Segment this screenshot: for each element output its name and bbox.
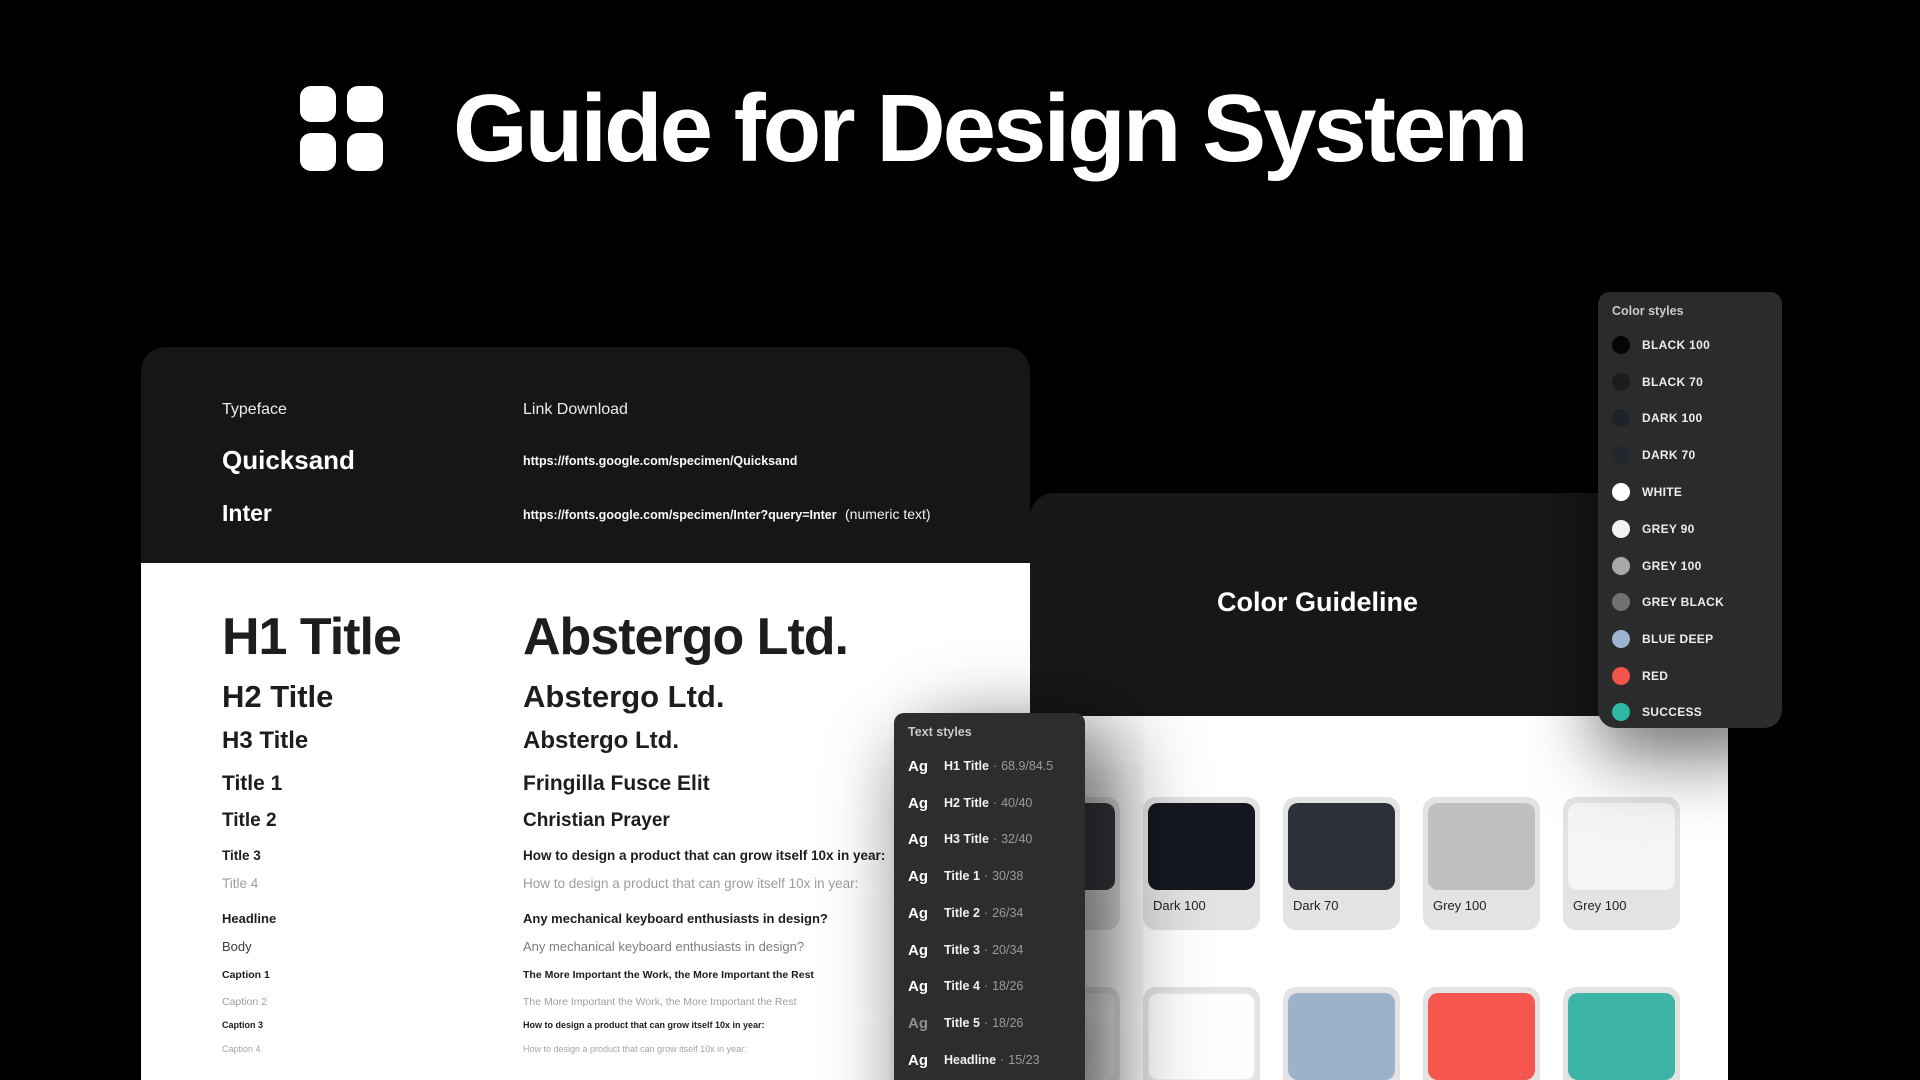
swatch-card-success [1563, 987, 1680, 1080]
text-style-row-headline[interactable]: AgHeadline·15/23 [908, 1050, 1079, 1070]
font-note-inter: (numeric text) [845, 507, 931, 521]
swatch-chip [1148, 803, 1255, 890]
ag-glyph: Ag [908, 831, 944, 848]
color-swatch-icon [1612, 409, 1630, 427]
ag-glyph: Ag [908, 868, 944, 885]
color-swatch-icon [1612, 373, 1630, 391]
swatch-card-red [1423, 987, 1540, 1080]
swatch-chip [1568, 993, 1675, 1080]
swatch-label: Dark 70 [1293, 898, 1339, 913]
ag-glyph: Ag [908, 1052, 944, 1069]
font-name-inter: Inter [222, 502, 272, 525]
color-style-row-grey-90[interactable]: GREY 90 [1612, 520, 1776, 538]
swatch-chip [1288, 803, 1395, 890]
ag-glyph: Ag [908, 758, 944, 775]
font-name-quicksand: Quicksand [222, 447, 355, 473]
color-style-row-white[interactable]: WHITE [1612, 483, 1776, 501]
text-style-row-h1[interactable]: AgH1 Title·68.9/84.5 [908, 756, 1079, 776]
text-styles-panel-title: Text styles [908, 725, 972, 739]
swatch-card-dark-70: Dark 70 [1283, 797, 1400, 930]
color-swatch-icon [1612, 593, 1630, 611]
grid-logo-icon [300, 86, 383, 171]
page-header: Guide for Design System [300, 76, 1526, 182]
ag-glyph: Ag [908, 1015, 944, 1032]
color-swatch-icon [1612, 667, 1630, 685]
color-swatch-icon [1612, 630, 1630, 648]
swatch-card-white [1143, 987, 1260, 1080]
swatch-label: Grey 100 [1433, 898, 1486, 913]
text-style-row-title3[interactable]: AgTitle 3·20/34 [908, 940, 1079, 960]
swatch-card-dark-100: Dark 100 [1143, 797, 1260, 930]
font-link-quicksand[interactable]: https://fonts.google.com/specimen/Quicks… [523, 455, 797, 468]
swatch-chip [1148, 993, 1255, 1080]
color-style-row-dark-70[interactable]: DARK 70 [1612, 446, 1776, 464]
swatch-card-grey-100: Grey 100 [1423, 797, 1540, 930]
swatch-chip [1428, 803, 1535, 890]
text-style-row-h3[interactable]: AgH3 Title·32/40 [908, 829, 1079, 849]
ag-glyph: Ag [908, 978, 944, 995]
text-style-row-title1[interactable]: AgTitle 1·30/38 [908, 866, 1079, 886]
typeface-panel: Typeface Link Download Quicksand https:/… [141, 347, 1030, 563]
color-swatch-icon [1612, 703, 1630, 721]
ag-glyph: Ag [908, 905, 944, 922]
color-style-row-grey-100[interactable]: GREY 100 [1612, 557, 1776, 575]
color-style-row-blue-deep[interactable]: BLUE DEEP [1612, 630, 1776, 648]
color-style-row-grey-black[interactable]: GREY BLACK [1612, 593, 1776, 611]
color-style-row-black-70[interactable]: BLACK 70 [1612, 373, 1776, 391]
color-style-row-success[interactable]: SUCCESS [1612, 703, 1776, 721]
swatch-card-grey-100-light: Grey 100 [1563, 797, 1680, 930]
page-title: Guide for Design System [453, 76, 1526, 182]
color-swatch-icon [1612, 520, 1630, 538]
ag-glyph: Ag [908, 795, 944, 812]
ag-glyph: Ag [908, 942, 944, 959]
text-styles-panel: Text styles AgH1 Title·68.9/84.5 AgH2 Ti… [894, 713, 1085, 1080]
swatch-card-blue-deep [1283, 987, 1400, 1080]
typeface-column-header: Typeface [222, 402, 287, 418]
link-download-column-header: Link Download [523, 402, 628, 418]
swatch-chip [1428, 993, 1535, 1080]
color-style-row-dark-100[interactable]: DARK 100 [1612, 409, 1776, 427]
color-swatch-icon [1612, 446, 1630, 464]
color-style-row-black-100[interactable]: BLACK 100 [1612, 336, 1776, 354]
text-style-row-title5[interactable]: AgTitle 5·18/26 [908, 1013, 1079, 1033]
text-style-row-title2[interactable]: AgTitle 2·26/34 [908, 903, 1079, 923]
swatch-label: Grey 100 [1573, 898, 1626, 913]
text-style-row-h2[interactable]: AgH2 Title·40/40 [908, 793, 1079, 813]
text-style-row-title4[interactable]: AgTitle 4·18/26 [908, 976, 1079, 996]
swatch-label: Dark 100 [1153, 898, 1206, 913]
color-styles-panel: Color styles BLACK 100 BLACK 70 DARK 100… [1598, 292, 1782, 728]
color-style-row-red[interactable]: RED [1612, 667, 1776, 685]
color-swatch-icon [1612, 336, 1630, 354]
swatch-chip [1288, 993, 1395, 1080]
color-guideline-title: Color Guideline [1217, 589, 1418, 616]
color-styles-panel-title: Color styles [1612, 304, 1684, 318]
color-swatch-icon [1612, 483, 1630, 501]
font-link-inter[interactable]: https://fonts.google.com/specimen/Inter?… [523, 509, 837, 522]
color-swatch-icon [1612, 557, 1630, 575]
swatch-chip [1568, 803, 1675, 890]
